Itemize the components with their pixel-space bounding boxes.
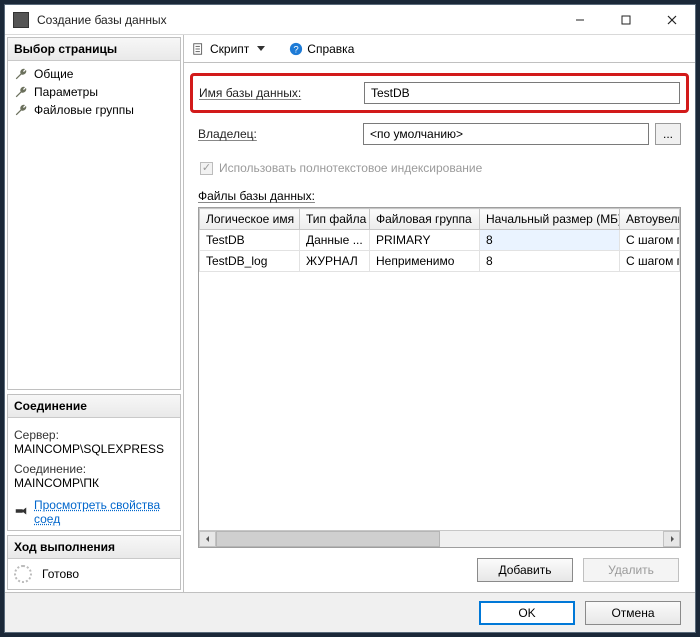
link-text: Просмотреть свойства соед [34, 498, 174, 526]
help-icon: ? [289, 42, 303, 56]
fulltext-row: ✓ Использовать полнотекстовое индексиров… [200, 161, 681, 175]
cell-filegroup[interactable]: PRIMARY [370, 230, 480, 251]
delete-file-button: Удалить [583, 558, 679, 582]
db-name-row: Имя базы данных: [190, 73, 689, 113]
view-connection-props-link[interactable]: Просмотреть свойства соед [14, 498, 174, 526]
scroll-track[interactable] [216, 531, 663, 547]
cell-filegroup[interactable]: Неприменимо [370, 251, 480, 272]
cell-file-type[interactable]: ЖУРНАЛ [300, 251, 370, 272]
cell-initial-size[interactable]: 8 [480, 230, 620, 251]
dialog-body: Выбор страницы Общие Параметры Файловые … [5, 35, 695, 592]
connection-heading: Соединение [8, 395, 180, 418]
horizontal-scrollbar[interactable] [199, 530, 680, 547]
cell-logical-name[interactable]: TestDB [200, 230, 300, 251]
owner-input[interactable] [363, 123, 649, 145]
owner-row: Владелец: ... [198, 123, 681, 145]
col-file-type[interactable]: Тип файла [300, 209, 370, 230]
scroll-right-button[interactable] [663, 531, 680, 547]
ellipsis-text: ... [663, 127, 673, 141]
db-name-label: Имя базы данных: [199, 86, 364, 100]
app-icon [13, 12, 29, 28]
page-item-label: Файловые группы [34, 103, 134, 117]
cancel-button[interactable]: Отмена [585, 601, 681, 625]
dialog-window: Создание базы данных Выбор страницы Общ [4, 4, 696, 633]
files-table[interactable]: Логическое имя Тип файла Файловая группа… [199, 208, 680, 272]
dialog-footer: OK Отмена [5, 592, 695, 632]
titlebar: Создание базы данных [5, 5, 695, 35]
page-item-label: Общие [34, 67, 73, 81]
minimize-button[interactable] [557, 5, 603, 35]
connection-panel: Соединение Сервер: MAINCOMP\SQLEXPRESS С… [7, 394, 181, 531]
chevron-down-icon [257, 46, 265, 51]
page-item-filegroups[interactable]: Файловые группы [14, 101, 174, 119]
fulltext-label: Использовать полнотекстовое индексирован… [219, 161, 482, 175]
help-button[interactable]: ? Справка [289, 42, 354, 56]
progress-panel: Ход выполнения Готово [7, 535, 181, 590]
files-grid: Логическое имя Тип файла Файловая группа… [198, 207, 681, 548]
script-button[interactable]: Скрипт [192, 42, 265, 56]
scroll-left-button[interactable] [199, 531, 216, 547]
sidebar: Выбор страницы Общие Параметры Файловые … [5, 35, 183, 592]
cell-logical-name[interactable]: TestDB_log [200, 251, 300, 272]
progress-status: Готово [42, 567, 79, 581]
link-icon [14, 504, 28, 521]
main-panel: Скрипт ? Справка Имя базы данных: Владел… [183, 35, 695, 592]
wrench-icon [14, 67, 28, 81]
page-select-list: Общие Параметры Файловые группы [8, 61, 180, 123]
wrench-icon [14, 103, 28, 117]
connection-value: MAINCOMP\ПК [14, 476, 174, 490]
page-item-label: Параметры [34, 85, 98, 99]
page-item-options[interactable]: Параметры [14, 83, 174, 101]
page-item-general[interactable]: Общие [14, 65, 174, 83]
col-autogrowth[interactable]: Автоувеличен [620, 209, 680, 230]
server-value: MAINCOMP\SQLEXPRESS [14, 442, 174, 456]
window-buttons [557, 5, 695, 35]
svg-text:?: ? [294, 44, 299, 55]
table-row[interactable]: TestDB Данные ... PRIMARY 8 С шагом по 6 [200, 230, 680, 251]
fulltext-checkbox: ✓ [200, 162, 213, 175]
scroll-thumb[interactable] [216, 531, 440, 547]
page-select-heading: Выбор страницы [8, 38, 180, 61]
wrench-icon [14, 85, 28, 99]
ok-button[interactable]: OK [479, 601, 575, 625]
form-area: Имя базы данных: Владелец: ... ✓ Использ… [184, 63, 695, 592]
files-label: Файлы базы данных: [198, 189, 681, 203]
cell-autogrowth[interactable]: С шагом по 6 [620, 230, 680, 251]
help-label: Справка [307, 42, 354, 56]
col-initial-size[interactable]: Начальный размер (МБ) [480, 209, 620, 230]
progress-spinner-icon [14, 565, 32, 583]
table-row[interactable]: TestDB_log ЖУРНАЛ Неприменимо 8 С шагом … [200, 251, 680, 272]
table-header-row: Логическое имя Тип файла Файловая группа… [200, 209, 680, 230]
col-filegroup[interactable]: Файловая группа [370, 209, 480, 230]
page-select-panel: Выбор страницы Общие Параметры Файловые … [7, 37, 181, 390]
main-toolbar: Скрипт ? Справка [184, 35, 695, 63]
cell-autogrowth[interactable]: С шагом по 6 [620, 251, 680, 272]
connection-label: Соединение: [14, 462, 174, 476]
script-label: Скрипт [210, 42, 249, 56]
server-label: Сервер: [14, 428, 174, 442]
add-file-button[interactable]: Добавить [477, 558, 573, 582]
window-title: Создание базы данных [37, 13, 557, 27]
cell-initial-size[interactable]: 8 [480, 251, 620, 272]
owner-label: Владелец: [198, 127, 363, 141]
maximize-button[interactable] [603, 5, 649, 35]
col-logical-name[interactable]: Логическое имя [200, 209, 300, 230]
file-buttons-row: Добавить Удалить [198, 548, 681, 592]
cell-file-type[interactable]: Данные ... [300, 230, 370, 251]
owner-browse-button[interactable]: ... [655, 123, 681, 145]
progress-heading: Ход выполнения [8, 536, 180, 559]
db-name-input[interactable] [364, 82, 680, 104]
script-icon [192, 42, 206, 56]
close-button[interactable] [649, 5, 695, 35]
